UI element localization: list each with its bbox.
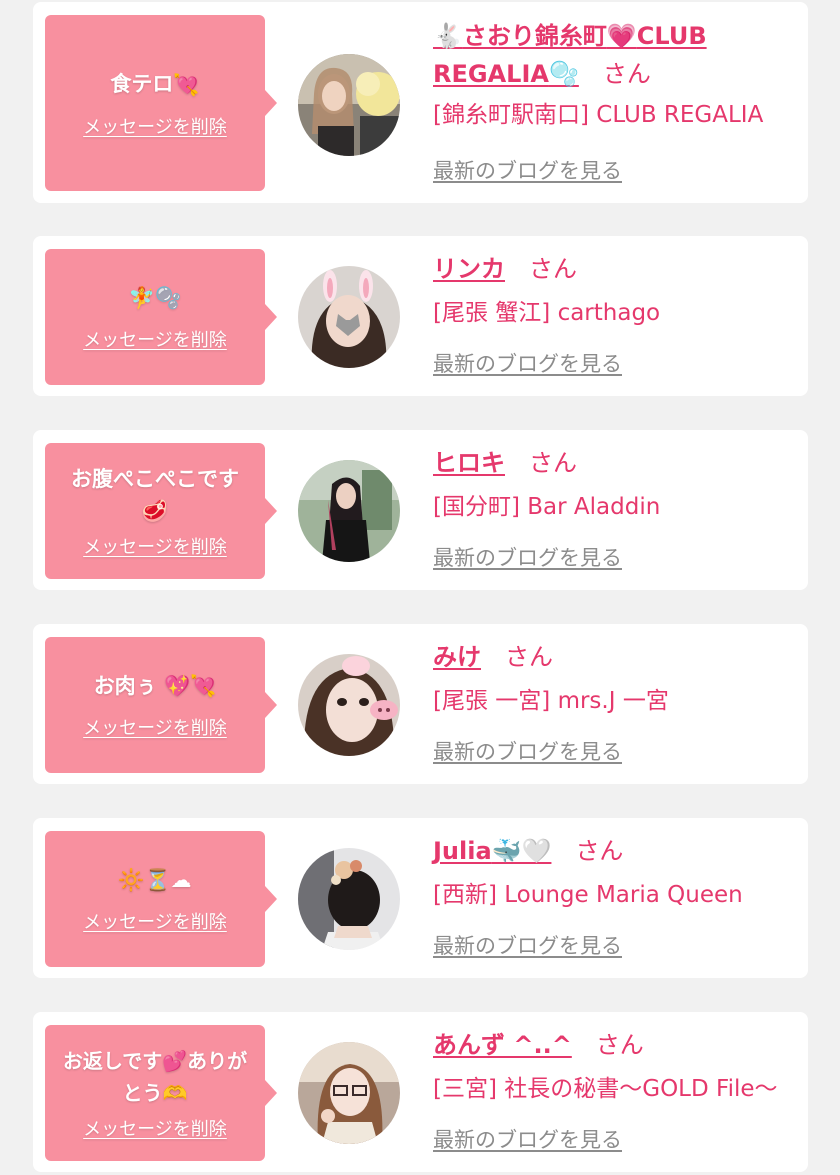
avatar[interactable]: [298, 654, 400, 756]
message-bubble: 食テロ💘 メッセージを削除: [45, 15, 277, 191]
honorific: さん: [575, 837, 624, 865]
delete-message-link[interactable]: メッセージを削除: [83, 326, 227, 352]
cast-info: リンカ さん [尾張 蟹江] carthago: [433, 251, 800, 331]
avatar-photo: [298, 654, 400, 756]
avatar[interactable]: [298, 848, 400, 950]
cast-name-link[interactable]: あんず ^..^: [433, 1031, 572, 1059]
whale-heart-emoji: 🐳🤍: [491, 837, 552, 865]
message-card: 食テロ💘 メッセージを削除 🐇さおり錦糸町💗CLUB REGALIA🫧 さん [錦…: [33, 2, 808, 203]
cast-name-link[interactable]: ヒロキ: [433, 449, 505, 477]
shop-name: [西新] Lounge Maria Queen: [433, 882, 743, 908]
message-text: 🔆⏳☁: [118, 868, 192, 892]
message-text: お肉ぅ 💖💘: [93, 674, 217, 698]
honorific: さん: [505, 643, 553, 671]
cast-name-link[interactable]: リンカ: [433, 255, 505, 283]
message-card: お返しです💕ありがとう🫶 メッセージを削除 あんず ^..^ さん [三宮] 社長…: [33, 1012, 808, 1172]
cast-name-link[interactable]: みけ: [433, 643, 481, 671]
rabbit-icon: 🐇: [433, 22, 463, 50]
delete-message-link[interactable]: メッセージを削除: [83, 908, 227, 934]
avatar-photo: [298, 1042, 400, 1144]
message-card: 🔆⏳☁ メッセージを削除 Julia🐳🤍 さん [西新] Lounge Maria…: [33, 818, 808, 978]
shop-name: [国分町] Bar Aladdin: [433, 494, 661, 520]
honorific: さん: [595, 1031, 644, 1059]
latest-blog-link[interactable]: 最新のブログを見る: [433, 736, 622, 766]
avatar[interactable]: [298, 1042, 400, 1144]
name-line: あんず ^..^ さん: [433, 1027, 800, 1067]
latest-blog-link[interactable]: 最新のブログを見る: [433, 348, 622, 378]
honorific: さん: [529, 255, 577, 283]
avatar-photo: [298, 848, 400, 950]
name-line: リンカ さん: [433, 251, 800, 291]
honorific: さん: [529, 449, 577, 477]
delete-message-link[interactable]: メッセージを削除: [83, 113, 227, 139]
cast-name-link[interactable]: 🐇さおり錦糸町💗CLUB REGALIA🫧: [433, 22, 707, 88]
avatar[interactable]: [298, 54, 400, 156]
delete-message-link[interactable]: メッセージを削除: [83, 1115, 227, 1141]
cast-info: みけ さん [尾張 一宮] mrs.J 一宮: [433, 639, 800, 719]
avatar[interactable]: [298, 460, 400, 562]
latest-blog-link[interactable]: 最新のブログを見る: [433, 542, 622, 572]
cast-info: あんず ^..^ さん [三宮] 社長の秘書～GOLD File～: [433, 1027, 800, 1107]
name-line: Julia🐳🤍 さん: [433, 833, 800, 873]
shop-name: [錦糸町駅南口] CLUB REGALIA: [433, 102, 764, 128]
message-bubble: お肉ぅ 💖💘 メッセージを削除: [45, 637, 277, 773]
avatar-photo: [298, 266, 400, 368]
cast-name-link[interactable]: Julia🐳🤍: [433, 837, 551, 865]
avatar-photo: [298, 460, 400, 562]
message-card: 🧚🫧 メッセージを削除 リンカ さん [尾張 蟹江] carthago 最新のブロ…: [33, 236, 808, 396]
cast-info: ヒロキ さん [国分町] Bar Aladdin: [433, 445, 800, 525]
delete-message-link[interactable]: メッセージを削除: [83, 714, 227, 740]
avatar[interactable]: [298, 266, 400, 368]
message-text: お返しです💕ありがとう🫶: [62, 1049, 248, 1105]
message-text: 🧚🫧: [128, 286, 182, 310]
message-bubble: お腹ぺこぺこです🥩 メッセージを削除: [45, 443, 277, 579]
latest-blog-link[interactable]: 最新のブログを見る: [433, 1124, 622, 1154]
message-text: お腹ぺこぺこです🥩: [71, 467, 239, 523]
message-bubble: 🧚🫧 メッセージを削除: [45, 249, 277, 385]
name-line: みけ さん: [433, 639, 800, 679]
latest-blog-link[interactable]: 最新のブログを見る: [433, 930, 622, 960]
message-card: お腹ぺこぺこです🥩 メッセージを削除 ヒロキ さん [国分町] Bar Aladd…: [33, 430, 808, 590]
shop-name: [尾張 一宮] mrs.J 一宮: [433, 688, 669, 714]
shop-name: [三宮] 社長の秘書～GOLD File～: [433, 1076, 778, 1102]
pink-heart-icon: 💗: [606, 22, 637, 50]
latest-blog-link[interactable]: 最新のブログを見る: [433, 155, 622, 185]
cast-info: 🐇さおり錦糸町💗CLUB REGALIA🫧 さん [錦糸町駅南口] CLUB RE…: [433, 17, 800, 133]
message-bubble: 🔆⏳☁ メッセージを削除: [45, 831, 277, 967]
shop-name: [尾張 蟹江] carthago: [433, 300, 661, 326]
message-bubble: お返しです💕ありがとう🫶 メッセージを削除: [45, 1025, 277, 1161]
message-card: お肉ぅ 💖💘 メッセージを削除 みけ さん [尾張 一宮] mrs.J 一宮 最新…: [33, 624, 808, 784]
avatar-photo: [298, 54, 400, 156]
message-text: 食テロ💘: [96, 68, 213, 101]
delete-message-link[interactable]: メッセージを削除: [83, 533, 227, 559]
bubbles-icon: 🫧: [548, 60, 579, 88]
heart-arrow-icon: 💘: [173, 72, 200, 97]
name-line: 🐇さおり錦糸町💗CLUB REGALIA🫧 さん: [433, 17, 763, 93]
cast-info: Julia🐳🤍 さん [西新] Lounge Maria Queen: [433, 833, 800, 913]
name-line: ヒロキ さん: [433, 445, 800, 485]
honorific: さん: [602, 60, 651, 88]
